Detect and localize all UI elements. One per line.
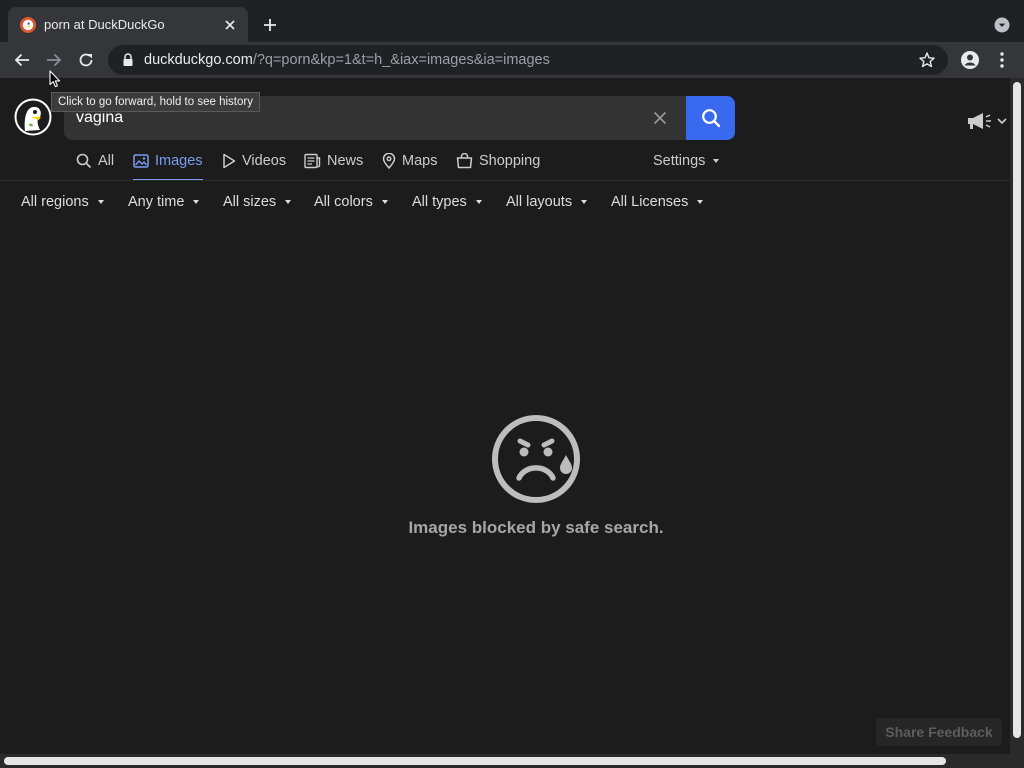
clear-search-x-icon[interactable] (650, 108, 670, 128)
tab-strip: porn at DuckDuckGo (0, 0, 1024, 42)
filter-region[interactable]: All regions (21, 191, 104, 213)
reload-icon[interactable] (76, 50, 96, 70)
newspaper-icon (304, 153, 321, 169)
kebab-menu-icon[interactable] (994, 50, 1010, 70)
horizontal-scrollbar[interactable] (0, 754, 1010, 768)
filter-label: Any time (128, 194, 185, 210)
filter-color[interactable]: All colors (314, 191, 388, 213)
profile-avatar-icon[interactable] (960, 50, 980, 70)
forward-arrow-icon[interactable] (44, 50, 64, 70)
filter-type[interactable]: All types (412, 191, 482, 213)
new-tab-plus-icon[interactable] (260, 15, 280, 35)
filter-layout[interactable]: All layouts (506, 191, 588, 213)
url-host: duckduckgo.com (144, 52, 253, 68)
filter-label: All layouts (506, 194, 573, 210)
blocked-message-text: Images blocked by safe search. (408, 518, 664, 537)
filter-time[interactable]: Any time (128, 191, 200, 213)
search-type-tabs: All Images Videos News Maps Shopping Set… (64, 142, 744, 182)
lock-icon[interactable] (122, 53, 134, 67)
settings-dropdown[interactable]: Settings (653, 142, 720, 180)
bookmark-star-icon[interactable] (918, 51, 936, 69)
browser-toolbar: duckduckgo.com/?q=porn&kp=1&t=h_&iax=ima… (0, 42, 1024, 78)
filter-label: All colors (314, 194, 373, 210)
duckduckgo-favicon-icon (20, 16, 36, 33)
duckduckgo-logo-icon[interactable] (14, 98, 52, 136)
safe-search-message: Images blocked by safe search. (0, 414, 1010, 538)
back-arrow-icon[interactable] (12, 50, 32, 70)
caret-down-icon (475, 200, 482, 204)
close-tab-icon[interactable] (222, 17, 238, 33)
tab-label: Maps (402, 153, 438, 169)
tab-images[interactable]: Images (133, 142, 203, 181)
tab-label: Images (155, 153, 203, 169)
tab-search-chevron-icon[interactable] (994, 17, 1010, 33)
shopping-bag-icon (456, 153, 473, 169)
tab-news[interactable]: News (304, 142, 363, 180)
forward-button-tooltip: Click to go forward, hold to see history (51, 92, 260, 112)
url-text: duckduckgo.com/?q=porn&kp=1&t=h_&iax=ima… (144, 52, 918, 68)
scrollbar-corner (1010, 754, 1024, 768)
browser-tab[interactable]: porn at DuckDuckGo (8, 7, 248, 42)
settings-label: Settings (653, 153, 706, 169)
caret-down-icon (713, 159, 720, 163)
page-content: All Images Videos News (0, 78, 1010, 754)
tab-title: porn at DuckDuckGo (44, 17, 165, 32)
announcements-megaphone-icon[interactable] (966, 112, 1010, 130)
search-icon (76, 153, 92, 169)
filter-label: All sizes (223, 194, 277, 210)
tab-label: All (98, 153, 115, 169)
url-path: /?q=porn&kp=1&t=h_&iax=images&ia=images (252, 52, 550, 68)
vertical-scroll-thumb[interactable] (1013, 82, 1021, 738)
tab-maps[interactable]: Maps (382, 142, 437, 180)
image-icon (133, 154, 149, 168)
magnifier-icon (701, 108, 721, 128)
address-bar[interactable]: duckduckgo.com/?q=porn&kp=1&t=h_&iax=ima… (108, 45, 948, 75)
chevron-down-icon (997, 118, 1007, 125)
share-feedback-button[interactable]: Share Feedback (876, 718, 1002, 746)
tab-label: News (327, 153, 364, 169)
tab-label: Shopping (479, 153, 541, 169)
horizontal-scroll-thumb[interactable] (4, 757, 946, 765)
filter-label: All regions (21, 194, 89, 210)
filter-label: All types (412, 194, 467, 210)
tab-videos[interactable]: Videos (222, 142, 286, 180)
tab-all[interactable]: All (76, 142, 114, 180)
map-pin-icon (382, 153, 396, 169)
vertical-scrollbar[interactable] (1010, 78, 1024, 754)
filter-license[interactable]: All Licenses (611, 191, 704, 213)
search-submit-button[interactable] (686, 96, 735, 140)
caret-down-icon (193, 200, 200, 204)
sad-face-icon (491, 414, 581, 504)
caret-down-icon (381, 200, 388, 204)
caret-down-icon (581, 200, 588, 204)
caret-down-icon (285, 200, 292, 204)
play-icon (223, 153, 236, 169)
nav-divider (0, 180, 1010, 181)
filter-label: All Licenses (611, 194, 689, 210)
caret-down-icon (697, 200, 704, 204)
caret-down-icon (97, 200, 104, 204)
tab-shopping[interactable]: Shopping (456, 142, 540, 180)
mouse-cursor-icon (49, 70, 61, 88)
image-filters: All regions Any time All sizes All color… (0, 191, 760, 213)
filter-size[interactable]: All sizes (223, 191, 292, 213)
tab-label: Videos (242, 153, 287, 169)
